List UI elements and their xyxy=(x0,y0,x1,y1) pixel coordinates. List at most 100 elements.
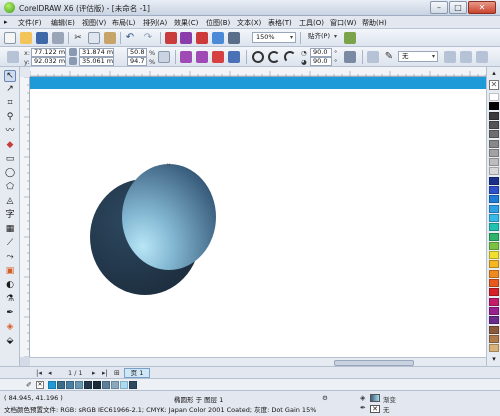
doc-no-color-swatch[interactable]: ✕ xyxy=(36,381,44,389)
menu-item-edit[interactable]: 编辑(E) xyxy=(51,18,75,28)
fill-swatch[interactable] xyxy=(370,394,380,402)
wrap-text-icon[interactable] xyxy=(367,51,379,63)
export-icon[interactable] xyxy=(180,32,192,44)
snap-to-dropdown[interactable]: 贴齐(P) xyxy=(305,32,339,43)
palette-swatch[interactable] xyxy=(489,325,499,334)
palette-swatch[interactable] xyxy=(489,279,499,287)
options-icon[interactable] xyxy=(344,32,356,44)
pie-icon[interactable] xyxy=(268,51,280,63)
angle-end-field[interactable]: 90.0 xyxy=(310,57,332,66)
add-page-icon[interactable]: ⊞ xyxy=(114,369,120,377)
maximize-button[interactable]: □ xyxy=(449,1,467,14)
dimension-tool-icon[interactable]: ⟋ xyxy=(4,238,16,250)
palette-swatch[interactable] xyxy=(489,213,499,222)
publish-pdf-icon[interactable] xyxy=(196,32,208,44)
rectangle-tool-icon[interactable]: ▭ xyxy=(4,154,16,166)
save-icon[interactable] xyxy=(36,32,48,44)
document-palette-swatch[interactable] xyxy=(111,381,119,389)
palette-swatch[interactable] xyxy=(489,334,499,343)
palette-swatch[interactable] xyxy=(489,232,499,241)
menu-item-view[interactable]: 视图(V) xyxy=(82,18,106,28)
palette-swatch[interactable] xyxy=(489,260,499,269)
palette-swatch[interactable] xyxy=(489,120,499,129)
crop-tool-icon[interactable]: ⌗ xyxy=(4,98,16,110)
table-tool-icon[interactable]: ▦ xyxy=(4,224,16,236)
palette-swatch[interactable] xyxy=(489,148,499,157)
pick-tool-icon[interactable]: ↖ xyxy=(4,70,16,82)
polygon-tool-icon[interactable]: ⬠ xyxy=(4,182,16,194)
document-palette-swatch[interactable] xyxy=(93,381,101,389)
direction-icon[interactable] xyxy=(344,51,356,63)
convert-curves-icon[interactable] xyxy=(476,51,488,63)
prev-page-icon[interactable]: ◂ xyxy=(48,369,52,377)
palette-swatch[interactable] xyxy=(489,316,499,325)
palette-swatch[interactable] xyxy=(489,176,499,185)
shape-tool-icon[interactable]: ↗ xyxy=(4,84,16,96)
menu-item-effects[interactable]: 效果(C) xyxy=(174,18,198,28)
angle-start-field[interactable]: 90.0 xyxy=(310,48,332,57)
palette-swatch[interactable] xyxy=(489,204,499,213)
menu-item-file[interactable]: 文件(F) xyxy=(18,18,42,28)
palette-swatch[interactable] xyxy=(489,269,499,278)
palette-swatch[interactable] xyxy=(489,139,499,148)
first-page-icon[interactable]: |◂ xyxy=(36,369,42,377)
palette-swatch[interactable] xyxy=(489,130,499,139)
palette-scroll-down-icon[interactable]: ▾ xyxy=(489,355,499,363)
outline-width-dropdown[interactable]: 无 xyxy=(398,51,438,62)
copy-icon[interactable] xyxy=(88,32,100,44)
lock-ratio-icon[interactable] xyxy=(158,51,170,63)
menu-item-text[interactable]: 文本(X) xyxy=(237,18,261,28)
zoom-tool-icon[interactable]: ⚲ xyxy=(4,112,16,124)
no-color-swatch[interactable]: ✕ xyxy=(489,80,499,90)
menu-item-bitmaps[interactable]: 位图(B) xyxy=(206,18,230,28)
document-palette-swatch[interactable] xyxy=(120,381,128,389)
document-palette-swatch[interactable] xyxy=(102,381,110,389)
order-icon[interactable] xyxy=(212,51,224,63)
palette-scroll-up-icon[interactable]: ▴ xyxy=(489,69,499,77)
arc-icon[interactable] xyxy=(284,51,296,63)
open-folder-icon[interactable] xyxy=(20,32,32,44)
document-palette-eyedropper-icon[interactable]: ✐ xyxy=(26,381,32,389)
width-field[interactable]: 31.874 mm xyxy=(79,48,114,57)
object-origin-icon[interactable] xyxy=(7,51,19,63)
connector-tool-icon[interactable]: ⤳ xyxy=(4,252,16,264)
outline-pen-icon[interactable]: ✎ xyxy=(383,51,395,63)
palette-swatch[interactable] xyxy=(489,344,499,353)
horizontal-ruler[interactable] xyxy=(30,67,486,77)
rotate-icon[interactable] xyxy=(180,51,192,63)
last-page-icon[interactable]: ▸| xyxy=(102,369,108,377)
import-icon[interactable] xyxy=(165,32,177,44)
zoom-level-dropdown[interactable]: 150% xyxy=(252,32,296,43)
outline-tool-icon[interactable]: ✒ xyxy=(4,308,16,320)
document-palette-swatch[interactable] xyxy=(57,381,65,389)
document-palette-swatch[interactable] xyxy=(84,381,92,389)
palette-swatch[interactable] xyxy=(489,241,499,250)
paste-icon[interactable] xyxy=(104,32,116,44)
menu-item-help[interactable]: 帮助(H) xyxy=(362,18,387,28)
page-tab[interactable]: 页 1 xyxy=(124,368,150,378)
outline-swatch[interactable]: ✕ xyxy=(370,405,380,413)
palette-swatch[interactable] xyxy=(489,167,499,176)
vertical-ruler[interactable] xyxy=(20,77,30,357)
palette-swatch[interactable] xyxy=(489,93,499,101)
smart-fill-tool-icon[interactable]: ◆ xyxy=(4,140,16,152)
cut-icon[interactable]: ✂ xyxy=(72,32,84,44)
document-palette-swatch[interactable] xyxy=(48,381,56,389)
palette-swatch[interactable] xyxy=(489,251,499,260)
palette-swatch[interactable] xyxy=(489,306,499,315)
mirror-icon[interactable] xyxy=(196,51,208,63)
menu-item-tools[interactable]: 工具(O) xyxy=(299,18,324,28)
document-palette-swatch[interactable] xyxy=(75,381,83,389)
ruler-origin[interactable] xyxy=(20,67,30,77)
redo-icon[interactable]: ↷ xyxy=(142,32,154,44)
document-palette-swatch[interactable] xyxy=(129,381,137,389)
basic-shapes-tool-icon[interactable]: ◬ xyxy=(4,196,16,208)
palette-swatch[interactable] xyxy=(489,288,499,297)
welcome-screen-icon[interactable] xyxy=(228,32,240,44)
ellipse-icon[interactable] xyxy=(252,51,264,63)
application-launcher-icon[interactable] xyxy=(212,32,224,44)
eyedropper-tool-icon[interactable]: ⚗ xyxy=(4,294,16,306)
undo-icon[interactable]: ↶ xyxy=(124,32,136,44)
height-field[interactable]: 35.061 mm xyxy=(79,57,114,66)
palette-swatch[interactable] xyxy=(489,186,499,194)
